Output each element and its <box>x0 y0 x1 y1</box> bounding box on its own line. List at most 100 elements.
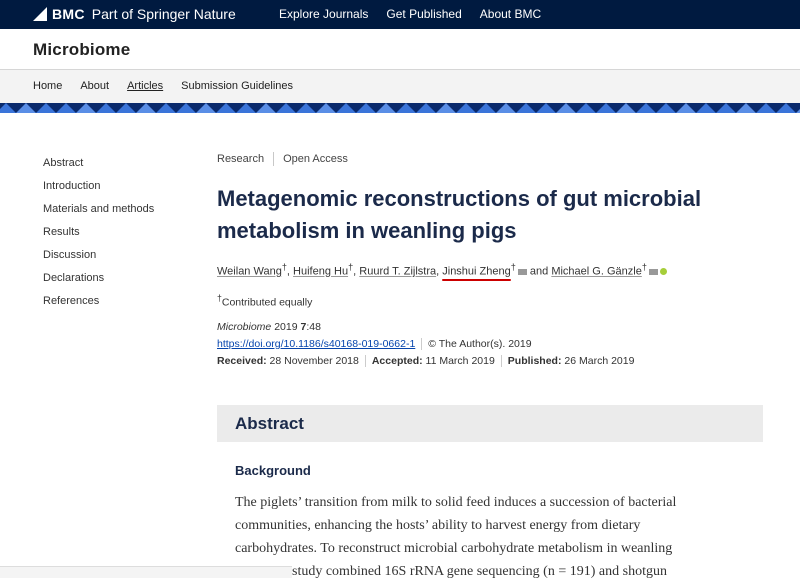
access-badge: Open Access <box>283 153 348 165</box>
nav-about[interactable]: About <box>80 80 109 92</box>
pattern-triangle <box>136 103 156 113</box>
pattern-triangle <box>596 103 616 113</box>
toc-abstract[interactable]: Abstract <box>43 157 154 180</box>
doi-link[interactable]: https://doi.org/10.1186/s40168-019-0662-… <box>217 338 415 350</box>
brand-name: BMC <box>52 6 85 22</box>
divider <box>500 355 502 368</box>
accepted-date: 11 March 2019 <box>425 355 495 367</box>
accepted-label: Accepted: <box>371 355 423 367</box>
nav-submission-guidelines[interactable]: Submission Guidelines <box>181 80 293 92</box>
nav-home[interactable]: Home <box>33 80 62 92</box>
nav-articles[interactable]: Articles <box>127 80 163 92</box>
toc-introduction[interactable]: Introduction <box>43 180 154 203</box>
article-toc: Abstract Introduction Materials and meth… <box>43 157 154 318</box>
email-icon[interactable] <box>648 268 658 275</box>
pub-year: 2019 <box>274 321 298 333</box>
nav-get-published[interactable]: Get Published <box>386 7 461 21</box>
equal-contrib-mark: † <box>510 262 516 272</box>
equal-contrib-mark: † <box>641 262 647 272</box>
pattern-triangle <box>236 103 256 113</box>
published-date: 26 March 2019 <box>564 355 635 367</box>
pattern-triangle <box>616 103 636 113</box>
author-link[interactable]: Michael G. Gänzle <box>551 266 641 278</box>
abstract-line: study combined 16S rRNA gene sequencing … <box>292 564 667 579</box>
pattern-triangle <box>76 103 96 113</box>
article-type: Research <box>217 153 265 165</box>
pattern-triangle <box>156 103 176 113</box>
pattern-triangle <box>336 103 356 113</box>
toc-references[interactable]: References <box>43 295 154 318</box>
pattern-triangle <box>476 103 496 113</box>
author-link[interactable]: Jinshui Zheng <box>442 266 511 278</box>
journal-name: Microbiome <box>217 321 272 333</box>
pattern-triangle <box>456 103 476 113</box>
pattern-triangle <box>416 103 436 113</box>
author-link[interactable]: Ruurd T. Zijlstra <box>359 266 436 278</box>
bmc-logo[interactable]: BMC Part of Springer Nature <box>33 6 236 22</box>
abstract-line: carbohydrates. To reconstruct microbial … <box>235 541 673 556</box>
horizontal-scrollbar[interactable] <box>0 566 292 578</box>
abstract-line: communities, enhancing the hosts’ abilit… <box>235 518 641 533</box>
author-link[interactable]: Huifeng Hu <box>293 266 348 278</box>
publisher-bar: BMC Part of Springer Nature Explore Jour… <box>0 0 800 29</box>
equal-contrib-mark: † <box>281 262 287 272</box>
pattern-triangle <box>556 103 576 113</box>
email-icon[interactable] <box>517 268 527 275</box>
published-label: Published: <box>507 355 562 367</box>
brand-tagline: Part of Springer Nature <box>91 6 236 22</box>
nav-explore-journals[interactable]: Explore Journals <box>279 7 368 21</box>
abstract-section-header[interactable]: Abstract <box>217 405 763 442</box>
journal-bar: Microbiome <box>0 29 800 70</box>
pattern-triangle <box>276 103 296 113</box>
pattern-triangle <box>356 103 376 113</box>
contributed-equally: Contributed equally <box>221 296 313 309</box>
pattern-triangle <box>436 103 456 113</box>
pattern-triangle <box>756 103 776 113</box>
pattern-triangle <box>96 103 116 113</box>
pattern-triangle <box>496 103 516 113</box>
abstract-heading: Abstract <box>235 414 304 433</box>
publisher-nav: Explore Journals Get Published About BMC <box>279 7 541 21</box>
article-title: Metagenomic reconstructions of gut micro… <box>217 186 702 243</box>
pattern-triangle <box>696 103 716 113</box>
pattern-triangle <box>36 103 56 113</box>
pattern-triangle <box>376 103 396 113</box>
pattern-triangle <box>316 103 336 113</box>
pattern-triangle <box>16 103 36 113</box>
pattern-triangle <box>256 103 276 113</box>
article-header: Research Open Access Metagenomic reconst… <box>217 152 777 368</box>
pattern-triangle <box>116 103 136 113</box>
contribution-note: †Contributed equally <box>217 293 312 309</box>
author-link[interactable]: Weilan Wang <box>217 266 282 278</box>
pattern-triangle <box>716 103 736 113</box>
pattern-triangle <box>396 103 416 113</box>
divider <box>273 152 275 166</box>
divider <box>421 338 423 351</box>
equal-contrib-mark: † <box>348 262 354 272</box>
journal-title[interactable]: Microbiome <box>33 40 130 60</box>
pattern-triangle <box>656 103 676 113</box>
pattern-triangle <box>216 103 236 113</box>
pattern-triangle <box>576 103 596 113</box>
pattern-triangle <box>176 103 196 113</box>
pattern-triangle <box>296 103 316 113</box>
toc-discussion[interactable]: Discussion <box>43 249 154 272</box>
pattern-triangle <box>0 103 16 113</box>
pattern-triangle <box>56 103 76 113</box>
article-number: :48 <box>306 321 321 333</box>
nav-about-bmc[interactable]: About BMC <box>480 7 541 21</box>
received-label: Received: <box>217 355 267 367</box>
pattern-triangle <box>636 103 656 113</box>
pattern-triangle <box>196 103 216 113</box>
orcid-icon[interactable] <box>659 268 667 276</box>
toc-declarations[interactable]: Declarations <box>43 272 154 295</box>
divider <box>364 355 366 368</box>
journal-nav: Home About Articles Submission Guideline… <box>0 70 800 103</box>
pattern-triangle <box>676 103 696 113</box>
pattern-triangle <box>536 103 556 113</box>
copyright: © The Author(s). 2019 <box>428 338 532 350</box>
toc-materials-methods[interactable]: Materials and methods <box>43 203 154 226</box>
abstract-line: The piglets’ transition from milk to sol… <box>235 495 677 510</box>
toc-results[interactable]: Results <box>43 226 154 249</box>
pattern-triangle <box>796 103 800 113</box>
